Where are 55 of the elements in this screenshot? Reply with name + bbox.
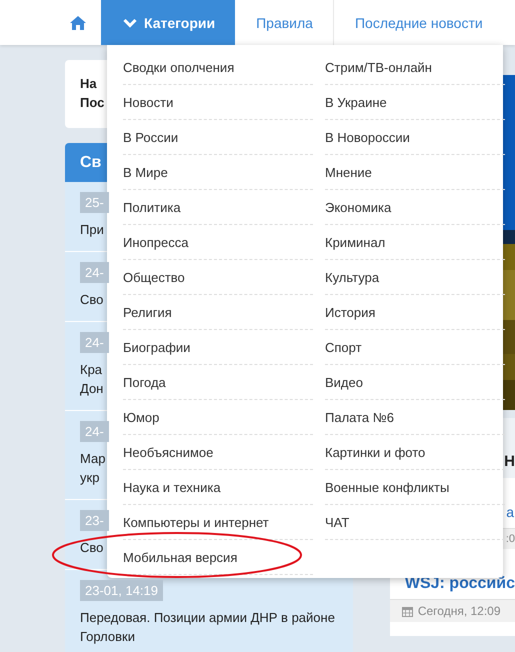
menu-item[interactable]: Военные конфликты [325, 470, 505, 505]
home-icon [70, 16, 86, 30]
news-link[interactable]: При [80, 220, 104, 239]
menu-item[interactable]: Криминал [325, 225, 505, 260]
menu-item[interactable]: В Украине [325, 85, 505, 120]
menu-item[interactable]: Религия [123, 295, 313, 330]
menu-item[interactable]: В Новороссии [325, 120, 505, 155]
nav-link[interactable]: Правила [235, 0, 333, 45]
notice-text: На [80, 75, 97, 93]
categories-menu-button[interactable]: Категории [101, 0, 236, 45]
chevron-down-icon [123, 18, 137, 28]
menu-item[interactable]: Стрим/ТВ-онлайн [325, 50, 505, 85]
date-badge: 24- [80, 262, 109, 283]
panel-title: Св [80, 154, 102, 172]
menu-item[interactable]: Спорт [325, 330, 505, 365]
menu-item[interactable]: Картинки и фото [325, 435, 505, 470]
section-title: Н [504, 453, 515, 470]
menu-item[interactable]: Сводки ополчения [123, 50, 313, 85]
menu-item[interactable]: Политика [123, 190, 313, 225]
date-badge: 24- [80, 421, 109, 442]
menu-item[interactable]: Экономика [325, 190, 505, 225]
menu-item[interactable]: Юмор [123, 400, 313, 435]
menu-item[interactable]: Необъяснимое [123, 435, 313, 470]
menu-item[interactable]: Наука и техника [123, 470, 313, 505]
menu-item[interactable]: Видео [325, 365, 505, 400]
news-link[interactable]: Сво [80, 290, 104, 309]
article-date: Сегодня, 12:09 [418, 604, 501, 618]
date-badge: 25- [80, 192, 109, 213]
notice-text: Пос [80, 94, 104, 112]
news-link[interactable]: Сво [80, 538, 104, 557]
date-badge: 23- [80, 510, 109, 531]
menu-item[interactable]: Мобильная версия [123, 540, 313, 575]
calendar-icon [402, 606, 413, 616]
menu-item[interactable]: В России [123, 120, 313, 155]
news-link[interactable]: укр [80, 468, 100, 487]
article-link[interactable]: а [506, 478, 515, 528]
menu-item[interactable]: Общество [123, 260, 313, 295]
menu-item[interactable]: Компьютеры и интернет [123, 505, 313, 540]
menu-item[interactable]: Погода [123, 365, 313, 400]
news-link[interactable]: Передовая. Позиции армии ДНР в районе Горловки [80, 608, 338, 646]
menu-item[interactable]: Инопресса [123, 225, 313, 260]
menu-item[interactable]: Мнение [325, 155, 505, 190]
menu-item[interactable]: Новости [123, 85, 313, 120]
menu-item[interactable]: Биографии [123, 330, 313, 365]
news-link[interactable]: Мар [80, 449, 106, 468]
menu-item[interactable]: История [325, 295, 505, 330]
menu-item[interactable]: Палата №6 [325, 400, 505, 435]
news-link[interactable]: Дон [80, 379, 104, 398]
news-link[interactable]: Кра [80, 360, 102, 379]
article-date: :0 [506, 533, 515, 545]
date-badge: 24- [80, 332, 109, 353]
menu-item[interactable]: ЧАТ [325, 505, 505, 540]
menu-item[interactable]: В Мире [123, 155, 313, 190]
date-badge: 23-01, 14:19 [80, 580, 164, 601]
menu-item[interactable]: Культура [325, 260, 505, 295]
